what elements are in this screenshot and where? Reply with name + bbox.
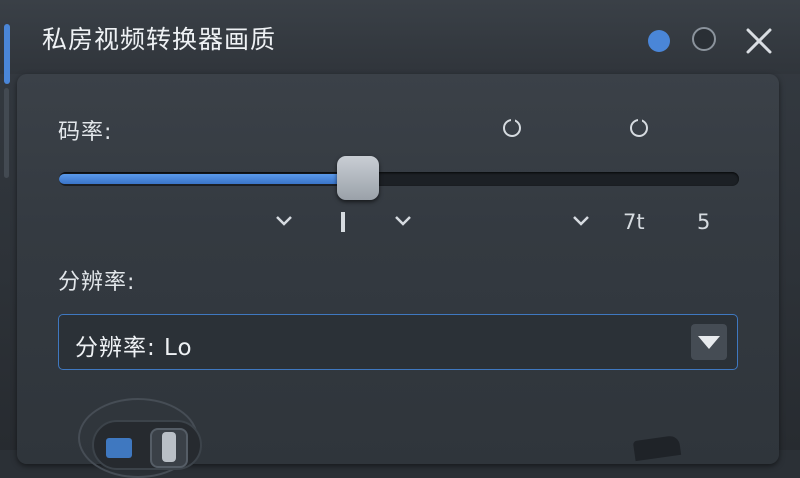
app-window: 私房视频转换器画质 码率: 7t 5 分辨率: 分辨率: Lo	[0, 0, 800, 478]
resolution-label: 分辨率:	[58, 270, 136, 295]
bitrate-label: 码率:	[58, 120, 113, 145]
resolution-select-value: 分辨率: Lo	[75, 335, 193, 361]
bitrate-slider-track[interactable]	[59, 172, 739, 186]
checkbox-icon[interactable]	[106, 438, 132, 458]
dropdown-triangle-icon	[698, 336, 720, 349]
tick-marker	[341, 212, 345, 232]
ring-mark-icon	[630, 117, 648, 137]
ring-dot-button[interactable]	[692, 27, 716, 51]
blue-status-dot-button[interactable]	[648, 30, 670, 52]
bitrate-slider-thumb[interactable]	[337, 156, 380, 200]
chevron-down-icon[interactable]	[274, 214, 294, 228]
ring-mark-icon	[503, 117, 521, 137]
chevron-down-icon[interactable]	[571, 214, 591, 228]
window-title: 私房视频转换器画质	[42, 25, 277, 54]
resolution-select[interactable]: 分辨率: Lo	[58, 314, 738, 370]
bitrate-slider-fill	[59, 174, 359, 184]
left-accent-bar	[4, 24, 10, 84]
chevron-down-icon[interactable]	[393, 214, 413, 228]
dropdown-button[interactable]	[691, 324, 727, 360]
tick-label: 5	[697, 210, 711, 234]
left-scroll-indicator[interactable]	[4, 88, 9, 178]
close-icon[interactable]	[742, 24, 776, 58]
toggle-knob	[162, 432, 176, 462]
tick-label: 7t	[623, 210, 645, 234]
